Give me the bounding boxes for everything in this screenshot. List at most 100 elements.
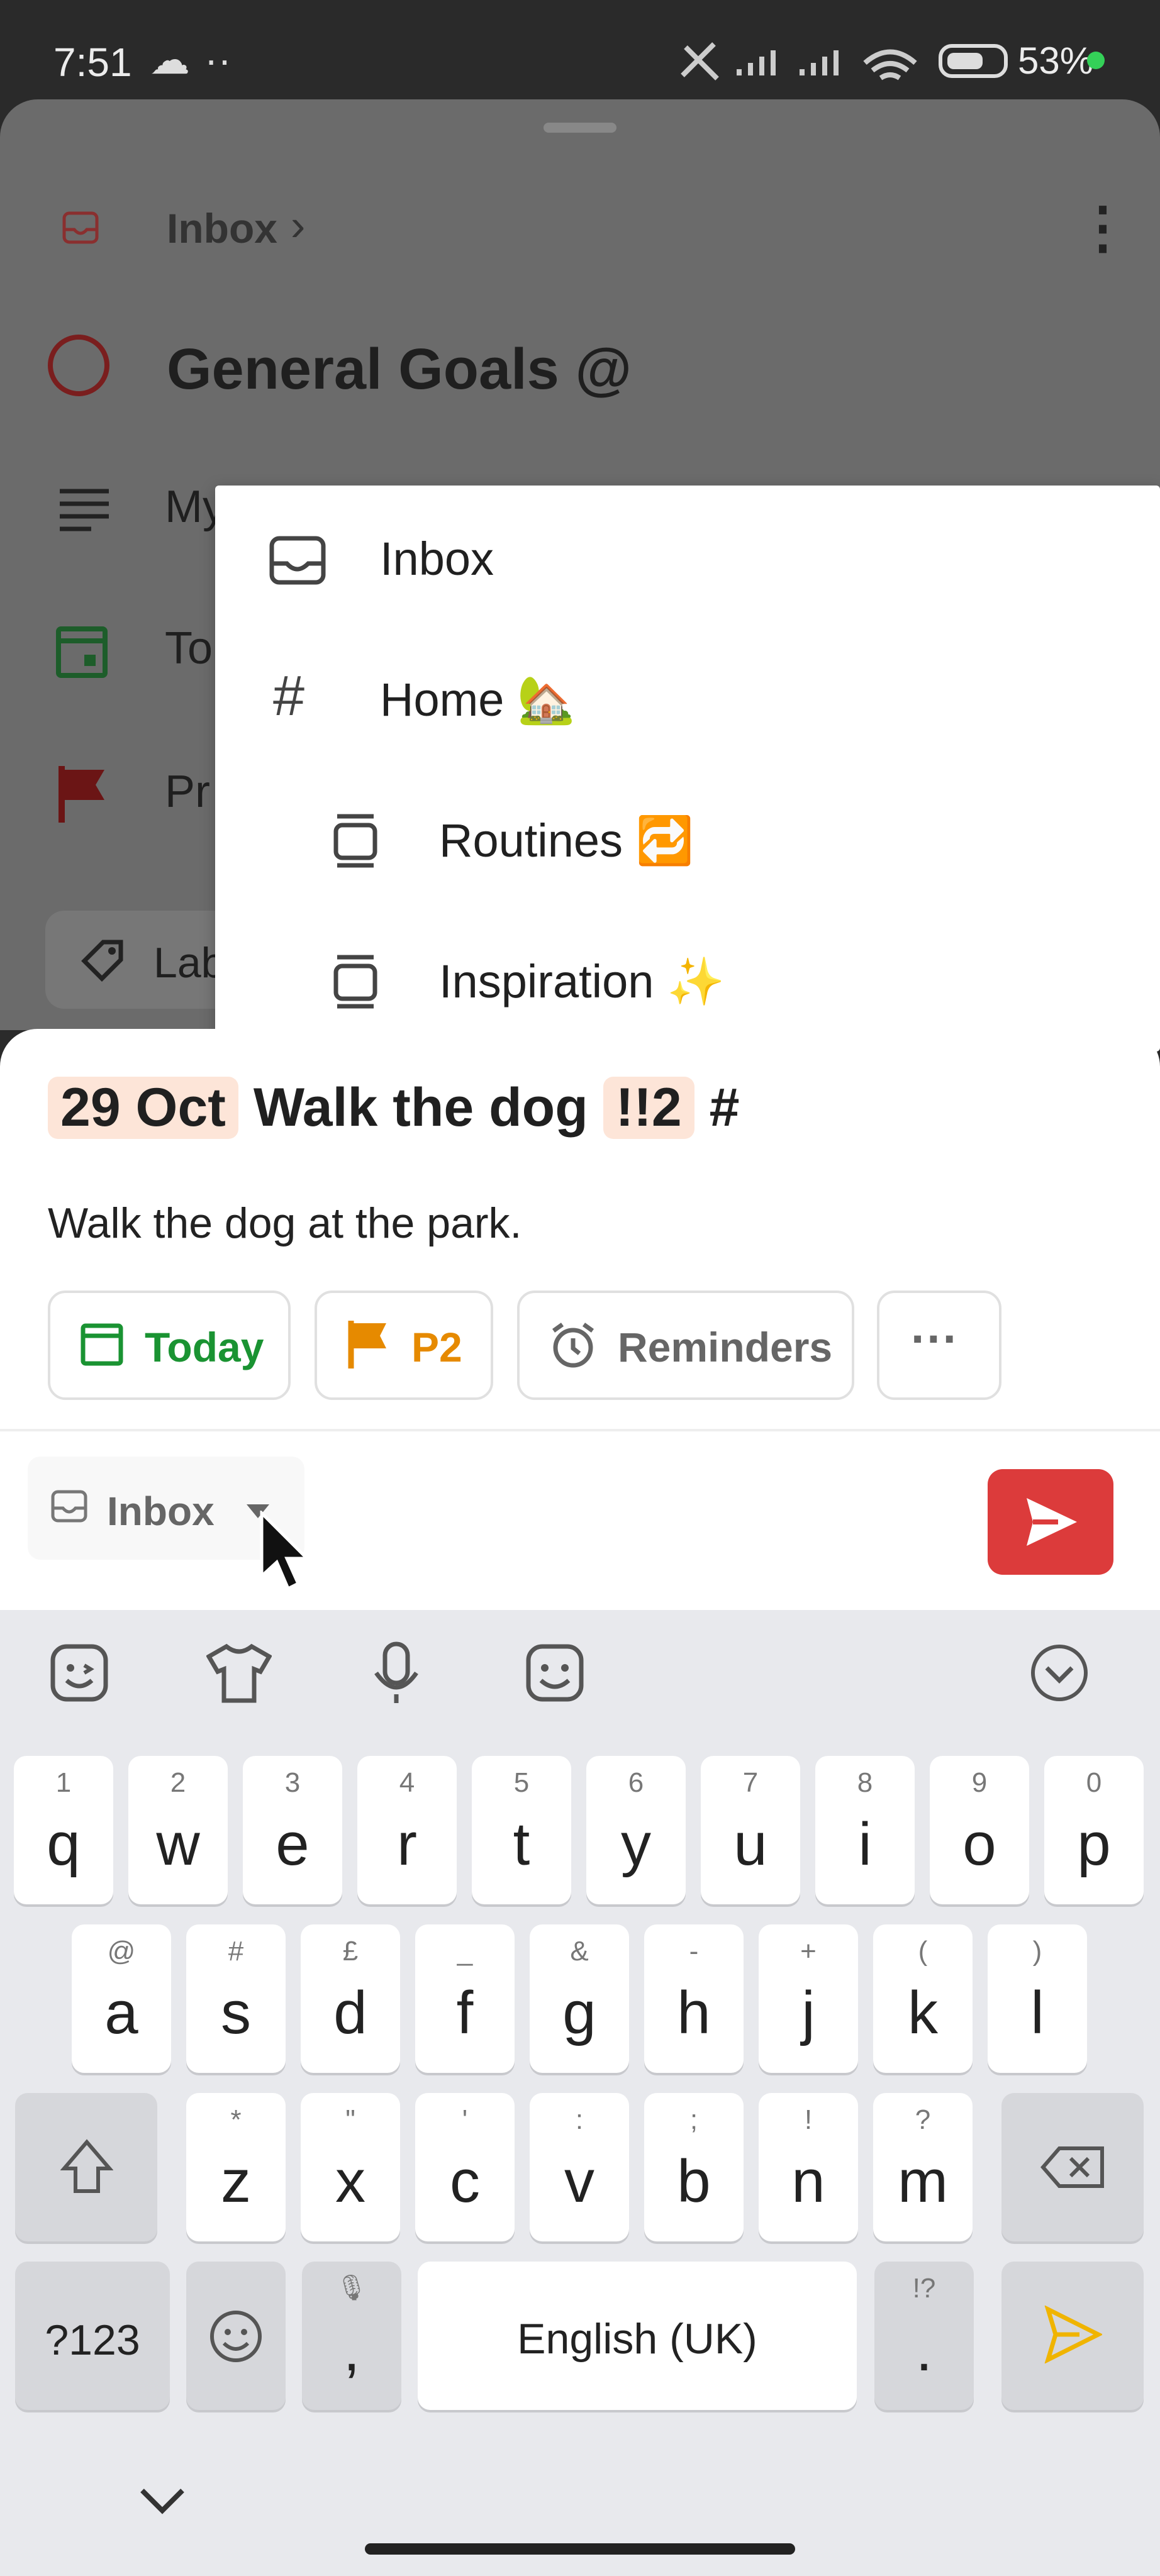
key-label: s [221, 1979, 251, 2046]
key-label: i [858, 1811, 872, 1878]
today-label: Today [145, 1324, 264, 1370]
key-g[interactable]: & g [530, 1924, 629, 2073]
send-icon [1044, 2306, 1102, 2363]
drag-handle[interactable] [544, 123, 616, 133]
key-z[interactable]: * z [186, 2093, 286, 2241]
sticker-icon[interactable] [49, 1643, 109, 1703]
complete-checkbox[interactable] [48, 335, 109, 396]
key-hint: ' [462, 2104, 468, 2135]
key-s[interactable]: # s [186, 1924, 286, 2073]
task-title[interactable]: General Goals @ [167, 336, 632, 402]
battery-icon [939, 44, 1008, 78]
key-a[interactable]: @ a [72, 1924, 171, 2073]
inbox-icon [269, 536, 326, 585]
key-b[interactable]: ; b [644, 2093, 744, 2241]
key-hint: ) [1032, 1936, 1042, 1967]
key-o[interactable]: 9o [930, 1756, 1029, 1904]
hash-icon: # [273, 665, 305, 728]
shift-key[interactable] [15, 2093, 157, 2241]
key-t[interactable]: 5t [472, 1756, 571, 1904]
status-time: 7:51 [53, 40, 132, 85]
today-chip[interactable]: Today [48, 1291, 291, 1400]
key-w[interactable]: 2w [128, 1756, 228, 1904]
project-option-inbox[interactable]: Inbox [215, 486, 1160, 626]
key-hint: 6 [628, 1767, 644, 1798]
description-input[interactable]: Walk the dog at the park. [48, 1199, 521, 1248]
priority-row[interactable]: Pr [165, 766, 210, 818]
hide-keyboard-icon[interactable] [137, 2484, 187, 2519]
project-option-routines[interactable]: Routines 🔁 [215, 767, 1160, 908]
collapse-keyboard-icon[interactable] [1029, 1643, 1090, 1703]
key-f[interactable]: _ f [415, 1924, 515, 2073]
microphone-icon[interactable] [371, 1640, 421, 1706]
key-hint: : [575, 2104, 584, 2135]
more-notifications-icon: ·· [204, 37, 231, 82]
symbols-key[interactable]: ?123 [15, 2262, 170, 2410]
key-label: j [801, 1979, 815, 2046]
key-label: p [1077, 1811, 1111, 1878]
key-hint: ( [918, 1936, 928, 1967]
project-option-home[interactable]: # Home 🏡 [215, 626, 1160, 767]
key-q[interactable]: 1q [14, 1756, 113, 1904]
breadcrumb[interactable]: Inbox [167, 204, 277, 252]
section-icon [333, 955, 377, 1009]
key-hint: 4 [399, 1767, 415, 1798]
emoji-icon[interactable] [525, 1643, 585, 1703]
key-c[interactable]: ' c [415, 2093, 515, 2241]
enter-key[interactable] [1001, 2262, 1144, 2410]
date-row[interactable]: To [165, 623, 213, 674]
key-label: a [104, 1979, 138, 2046]
submit-task-button[interactable] [988, 1469, 1113, 1575]
key-hint: + [800, 1936, 817, 1967]
task-name-text: Walk the dog [253, 1077, 588, 1138]
key-hint: £ [342, 1936, 359, 1967]
project-option-label: Inspiration ✨ [439, 955, 725, 1008]
more-options-icon[interactable]: ⋮ [1074, 195, 1131, 261]
task-name-input[interactable]: 29 Oct Walk the dog !!2 # [48, 1077, 740, 1139]
project-option-label: Home 🏡 [380, 674, 576, 726]
emoji-key[interactable] [186, 2262, 286, 2410]
section-icon [333, 814, 377, 868]
space-key-label: English (UK) [517, 2315, 757, 2363]
period-key[interactable]: !? . [874, 2262, 974, 2410]
backspace-icon [1040, 2146, 1104, 2188]
home-indicator[interactable] [365, 2543, 795, 2555]
labels-chip[interactable]: Lab [45, 911, 240, 1009]
shirt-icon[interactable] [206, 1643, 272, 1703]
key-hint: " [345, 2104, 355, 2135]
key-label: o [962, 1811, 996, 1878]
key-n[interactable]: ! n [759, 2093, 858, 2241]
key-k[interactable]: (k [873, 1924, 973, 2073]
key-x[interactable]: " x [301, 2093, 400, 2241]
divider [0, 1429, 1160, 1431]
key-p[interactable]: 0p [1044, 1756, 1144, 1904]
key-hint: 9 [971, 1767, 988, 1798]
key-j[interactable]: + j [759, 1924, 858, 2073]
project-dropdown: Inbox # Home 🏡 Routines 🔁 Inspiration ✨ [215, 486, 1160, 1052]
key-e[interactable]: 3e [243, 1756, 342, 1904]
label-tag-icon [81, 940, 123, 982]
more-actions-chip[interactable]: ··· [877, 1291, 1001, 1400]
key-label: e [276, 1811, 310, 1878]
project-option-inspiration[interactable]: Inspiration ✨ [215, 908, 1160, 1049]
key-m[interactable]: ? m [873, 2093, 973, 2241]
key-h[interactable]: -h [644, 1924, 744, 2073]
key-v[interactable]: :v [530, 2093, 629, 2241]
backspace-key[interactable] [1001, 2093, 1144, 2241]
key-i[interactable]: 8i [815, 1756, 915, 1904]
reminders-chip[interactable]: Reminders [517, 1291, 854, 1400]
comma-key[interactable]: 🎙 , [302, 2262, 401, 2410]
key-d[interactable]: £ d [301, 1924, 400, 2073]
inbox-icon [62, 211, 99, 244]
space-key[interactable]: English (UK) [418, 2262, 857, 2410]
key-l[interactable]: ) l [988, 1924, 1087, 2073]
key-u[interactable]: 7u [701, 1756, 800, 1904]
priority-chip[interactable]: P2 [315, 1291, 493, 1400]
key-label: t [513, 1811, 530, 1878]
key-hint: ? [915, 2104, 931, 2135]
key-label: w [156, 1811, 200, 1878]
key-hint: _ [457, 1936, 473, 1967]
key-r[interactable]: 4r [357, 1756, 457, 1904]
key-y[interactable]: 6y [586, 1756, 686, 1904]
key-hint: ! [804, 2104, 813, 2135]
